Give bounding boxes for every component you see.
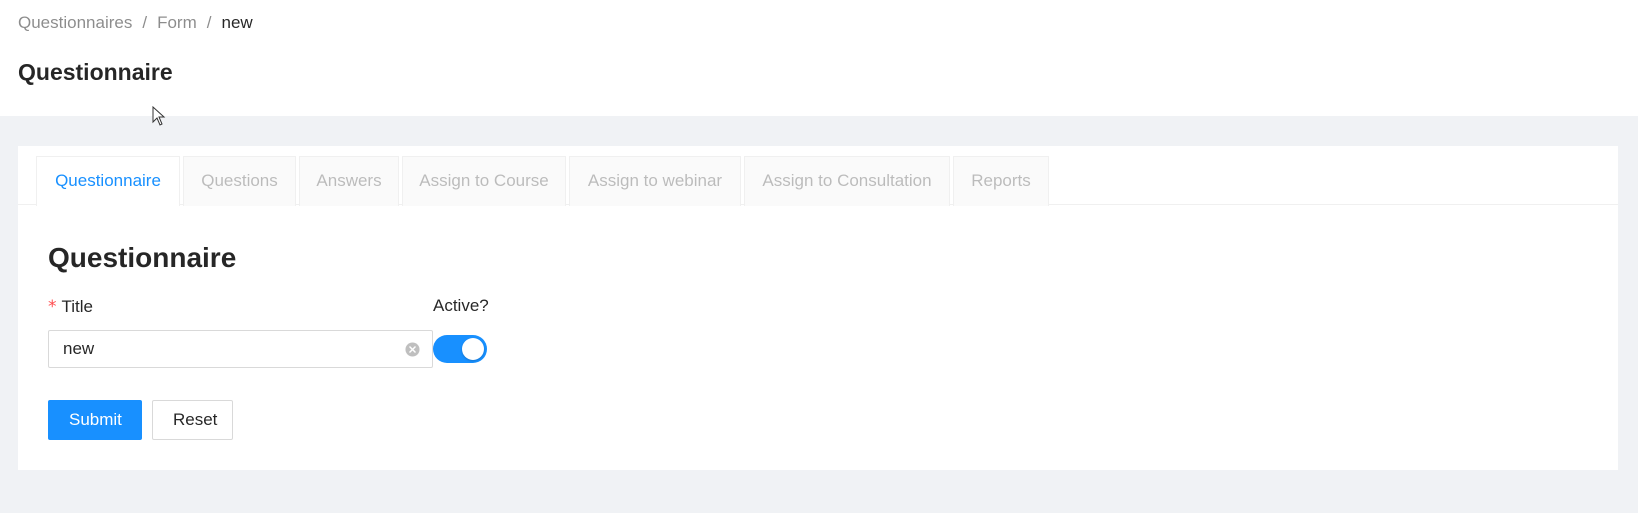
reset-button[interactable]: Reset xyxy=(152,400,233,440)
tab-assign-to-webinar[interactable]: Assign to webinar xyxy=(569,156,741,206)
tabs-nav: Questionnaire Questions Answers Assign t… xyxy=(18,146,1618,206)
form-card: Questionnaire Questions Answers Assign t… xyxy=(18,146,1618,470)
breadcrumb-current: new xyxy=(221,13,253,32)
tab-questionnaire[interactable]: Questionnaire xyxy=(36,156,180,206)
tab-assign-to-course[interactable]: Assign to Course xyxy=(402,156,566,206)
title-input-wrapper xyxy=(48,330,433,368)
title-label: * Title xyxy=(48,295,93,319)
tab-assign-to-consultation[interactable]: Assign to Consultation xyxy=(744,156,950,206)
breadcrumb-separator: / xyxy=(206,13,212,32)
breadcrumb: Questionnaires / Form / new xyxy=(18,12,253,34)
active-switch[interactable] xyxy=(433,335,487,363)
required-marker: * xyxy=(48,297,57,317)
page-header: Questionnaires / Form / new Questionnair… xyxy=(0,0,1638,116)
submit-button[interactable]: Submit xyxy=(48,400,142,440)
tab-answers[interactable]: Answers xyxy=(299,156,399,206)
title-label-text: Title xyxy=(61,297,94,316)
active-label: Active? xyxy=(433,296,489,315)
breadcrumb-questionnaires[interactable]: Questionnaires xyxy=(18,12,132,34)
tab-reports[interactable]: Reports xyxy=(953,156,1049,206)
switch-knob xyxy=(462,338,484,360)
tab-questions[interactable]: Questions xyxy=(183,156,296,206)
mouse-pointer-icon xyxy=(152,106,166,126)
breadcrumb-form[interactable]: Form xyxy=(157,12,197,34)
close-circle-icon[interactable] xyxy=(405,342,420,357)
form-heading: Questionnaire xyxy=(48,242,237,273)
page-title: Questionnaire xyxy=(18,59,173,85)
breadcrumb-separator: / xyxy=(142,13,148,32)
title-input[interactable] xyxy=(63,331,393,367)
